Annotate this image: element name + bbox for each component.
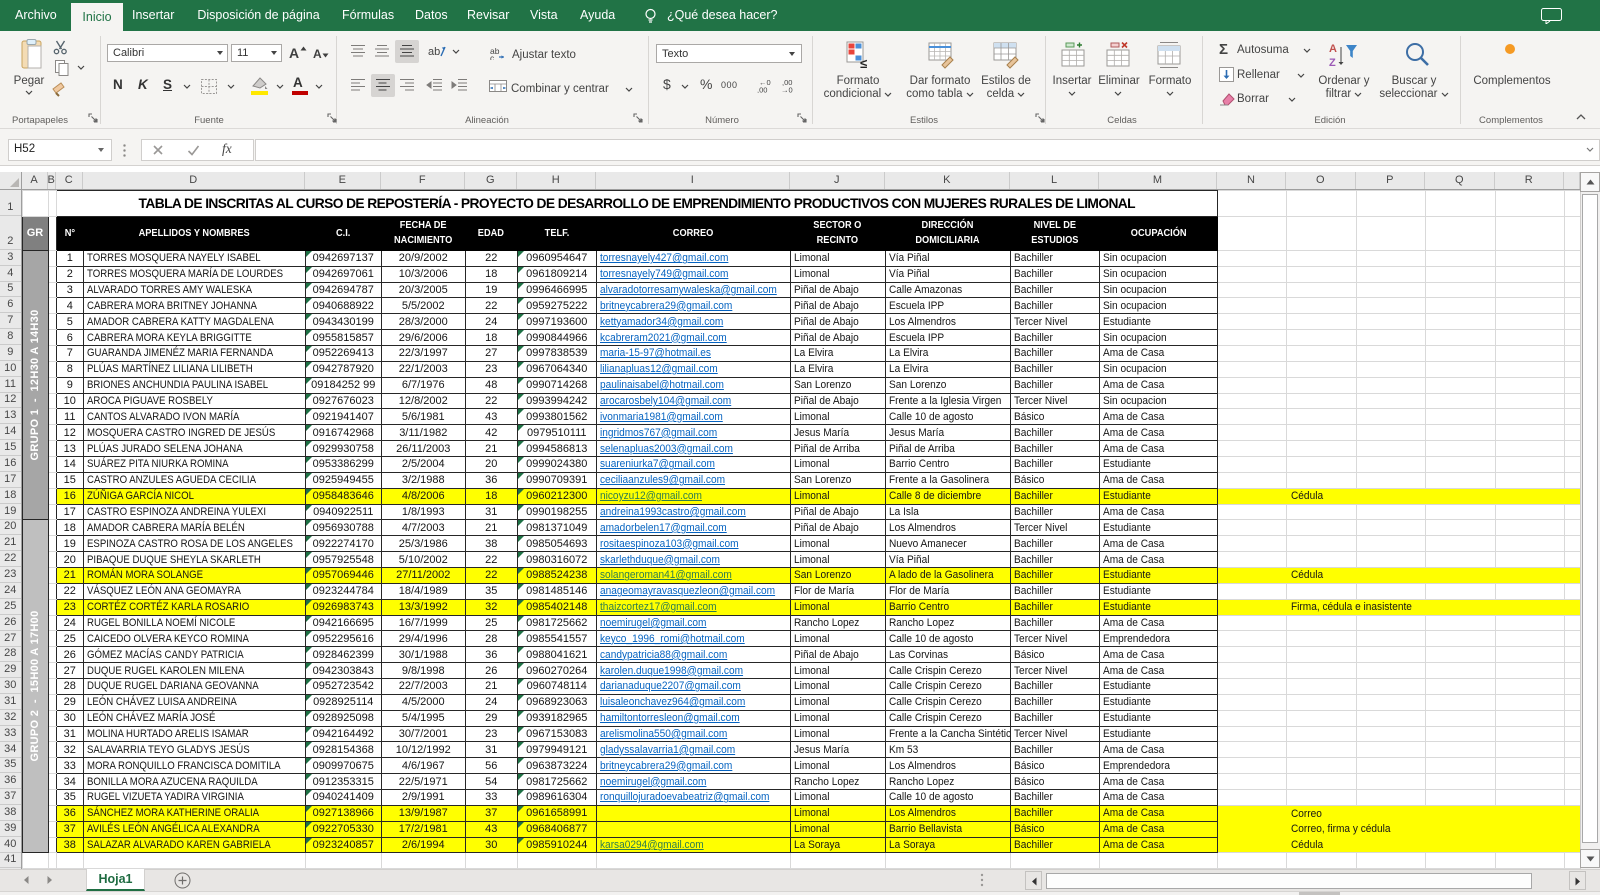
svg-text:Z: Z <box>1329 57 1336 69</box>
svg-text:ab: ab <box>428 46 440 58</box>
svg-text:,00: ,00 <box>757 86 767 94</box>
svg-text:A: A <box>1329 43 1337 55</box>
svg-text:≤: ≤ <box>860 56 867 69</box>
svg-text:→0: →0 <box>781 86 793 94</box>
